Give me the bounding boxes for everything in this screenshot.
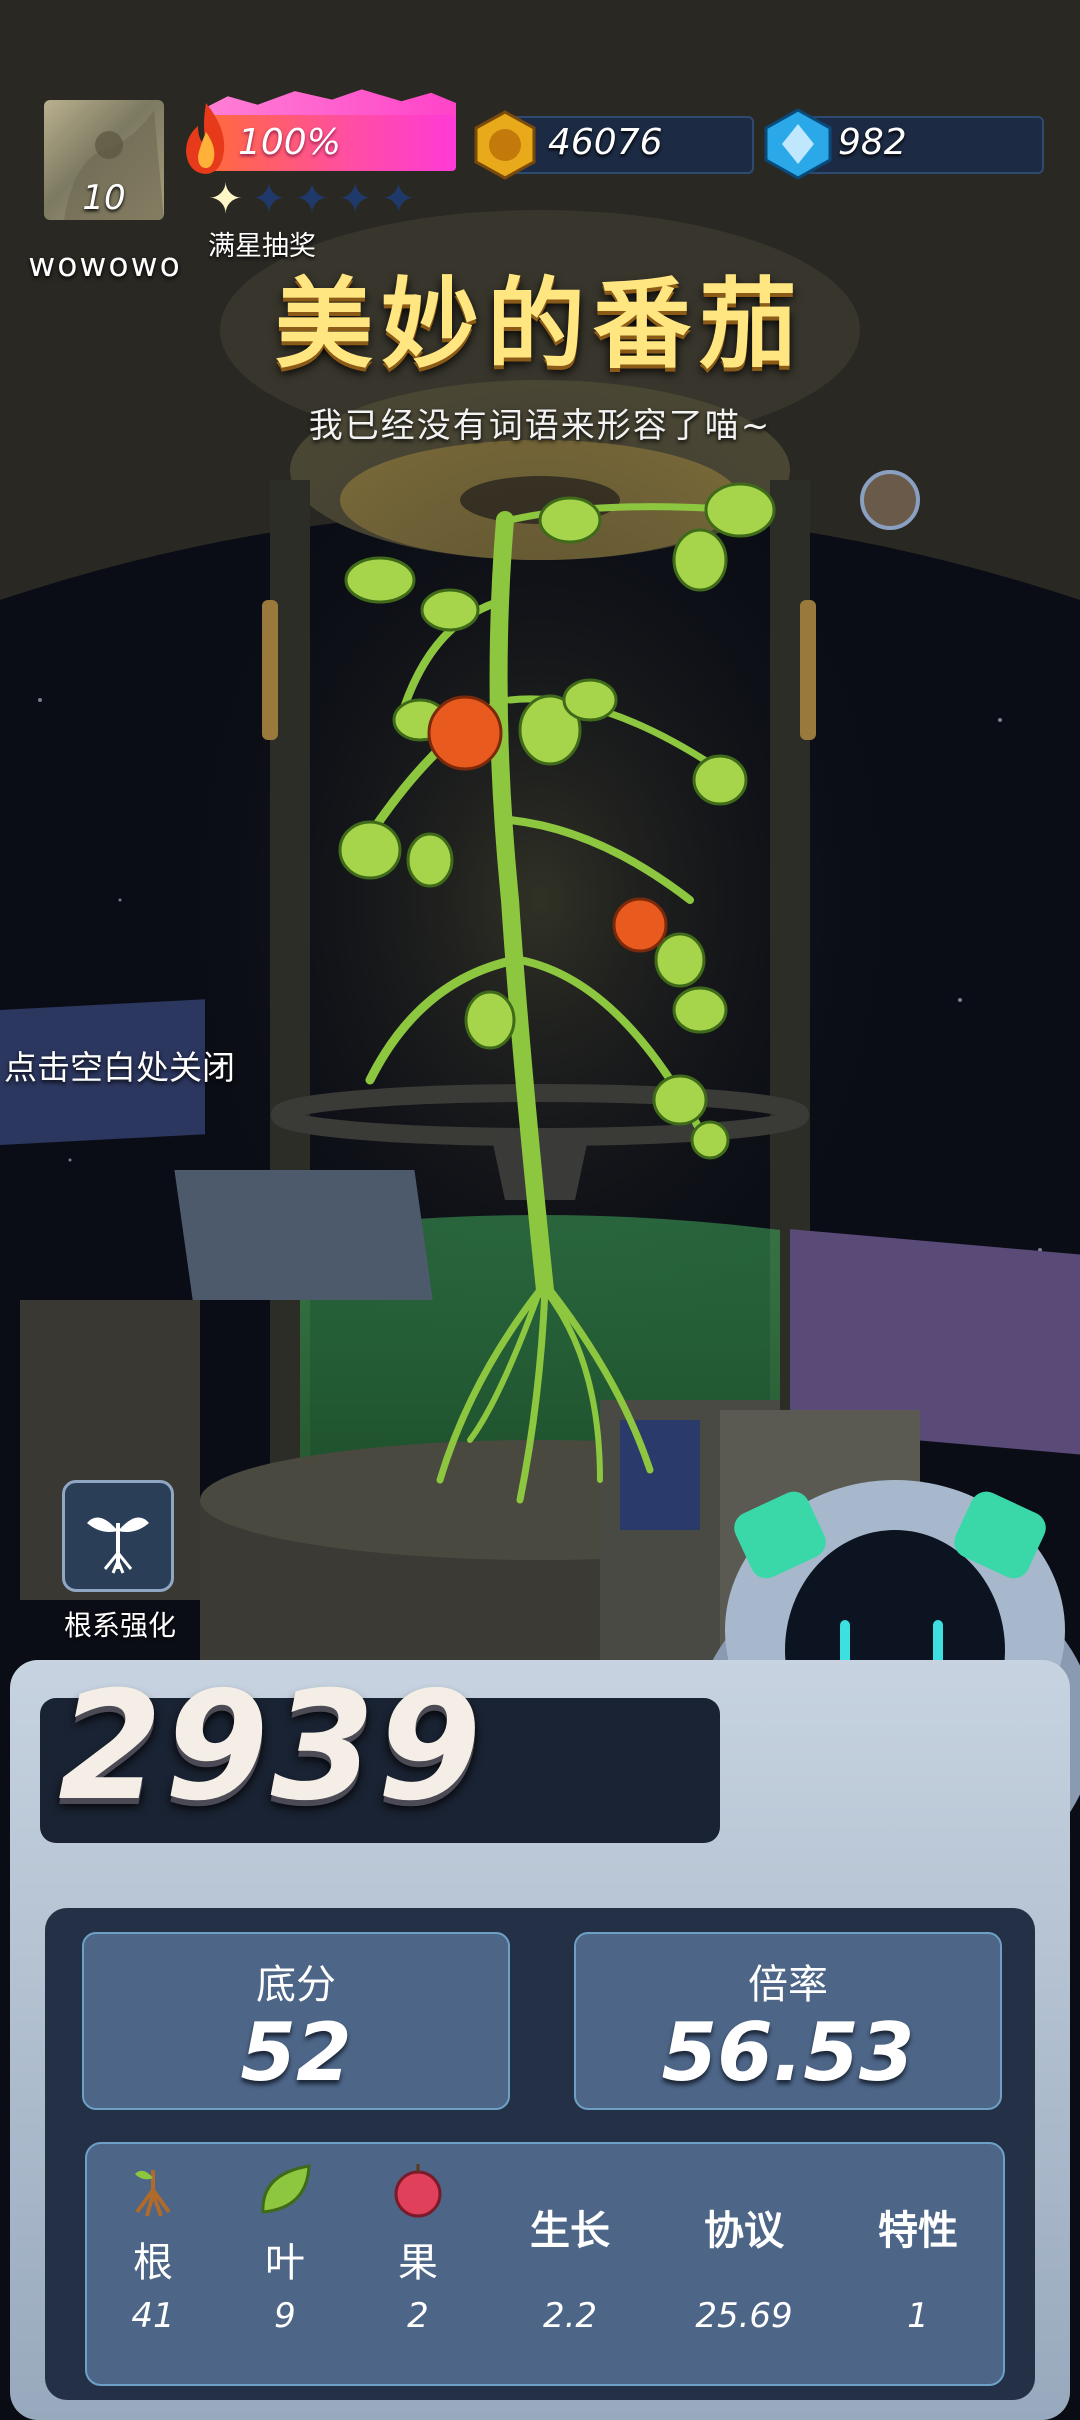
- attribute-value: 2.2: [542, 2296, 598, 2336]
- star-icon: ✦: [337, 174, 373, 223]
- root-upgrade-button[interactable]: [62, 1480, 174, 1592]
- star-progress: ✦ ✦ ✦ ✦ ✦: [208, 178, 416, 220]
- attribute-growth: 生长 2.2: [495, 2150, 645, 2336]
- leaf-icon: [261, 2164, 311, 2214]
- attribute-value: 9: [274, 2296, 296, 2336]
- attribute-label: 叶: [265, 2240, 305, 2286]
- gem-icon: [764, 108, 832, 180]
- gem-counter[interactable]: [800, 116, 1044, 174]
- multiplier-label: 倍率: [748, 1962, 828, 2008]
- total-score: 2939: [58, 1660, 484, 1834]
- attribute-label: 果: [398, 2240, 438, 2286]
- apple-icon: [394, 2164, 442, 2218]
- base-score-label: 底分: [256, 1962, 336, 2008]
- star-icon: ✦: [251, 174, 287, 223]
- multiplier-value: 56.53: [661, 2006, 915, 2099]
- attribute-value: 2: [407, 2296, 429, 2336]
- attribute-label: 根: [133, 2240, 173, 2286]
- sprout-icon: [87, 1517, 149, 1574]
- star-icon: ✦: [294, 174, 330, 223]
- coin-amount: 46076: [548, 122, 663, 163]
- flame-icon: [186, 103, 225, 174]
- attribute-leaf: 叶 9: [210, 2150, 360, 2336]
- root-icon: [135, 2170, 171, 2217]
- attribute-protocol: 协议 25.69: [669, 2150, 819, 2336]
- coin-icon: [474, 110, 536, 180]
- star-icon: ✦: [380, 174, 417, 223]
- star-icon: ✦: [208, 174, 244, 223]
- attribute-label: 生长: [530, 2208, 610, 2254]
- base-score-box: 底分 52: [82, 1932, 510, 2110]
- attribute-label: 协议: [704, 2208, 784, 2254]
- player-level: 10: [82, 178, 126, 218]
- attribute-value: 41: [131, 2296, 175, 2336]
- attribute-value: 25.69: [695, 2296, 793, 2336]
- attribute-root: 根 41: [78, 2150, 228, 2336]
- plant-subtitle: 我已经没有词语来形容了喵~: [308, 406, 772, 446]
- attribute-value: 1: [907, 2296, 929, 2336]
- gem-amount: 982: [838, 122, 907, 163]
- tap-to-close-hint[interactable]: 点击空白处关闭: [4, 1041, 235, 1089]
- base-score-value: 52: [240, 2006, 352, 2099]
- energy-percent: 100%: [238, 122, 341, 163]
- multiplier-box: 倍率 56.53: [574, 1932, 1002, 2110]
- attribute-label: 特性: [878, 2208, 958, 2254]
- plant-title: 美妙的番茄: [274, 268, 805, 382]
- root-upgrade-label: 根系强化: [63, 1609, 176, 1642]
- attribute-trait: 特性 1: [843, 2150, 993, 2336]
- attribute-fruit: 果 2: [343, 2150, 493, 2336]
